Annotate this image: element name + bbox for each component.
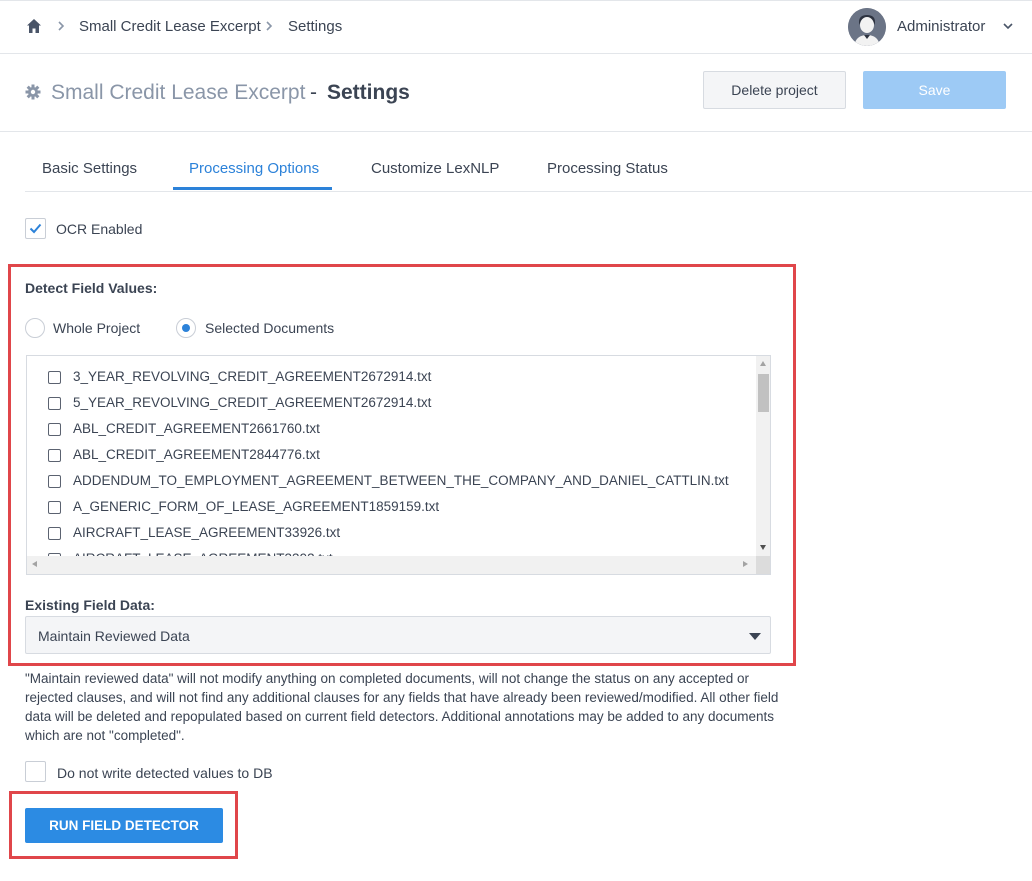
run-field-detector-button[interactable]: RUN FIELD DETECTOR	[25, 808, 223, 843]
document-name: 5_YEAR_REVOLVING_CREDIT_AGREEMENT2672914…	[73, 395, 432, 410]
user-name[interactable]: Administrator	[897, 18, 985, 36]
document-checkbox[interactable]	[48, 475, 61, 488]
document-row[interactable]: A_GENERIC_FORM_OF_LEASE_AGREEMENT1859159…	[27, 495, 757, 521]
document-checkbox[interactable]	[48, 449, 61, 462]
project-title: Small Credit Lease Excerpt	[51, 81, 306, 104]
active-tab-indicator	[173, 187, 332, 190]
page-title: Settings	[327, 81, 410, 104]
avatar[interactable]	[848, 8, 886, 46]
scroll-left-icon[interactable]	[32, 561, 37, 567]
breadcrumb-page: Settings	[288, 18, 343, 35]
do-not-write-checkbox[interactable]	[25, 761, 46, 782]
whole-project-label: Whole Project	[53, 320, 141, 336]
do-not-write-label: Do not write detected values to DB	[57, 765, 273, 781]
whole-project-radio[interactable]	[25, 318, 45, 338]
scroll-right-icon[interactable]	[743, 561, 748, 567]
document-name: AIRCRAFT_LEASE_AGREEMENT33926.txt	[73, 525, 341, 540]
top-bar: Small Credit Lease Excerpt Settings Admi…	[0, 0, 1032, 54]
document-name: A_GENERIC_FORM_OF_LEASE_AGREEMENT1859159…	[73, 499, 440, 514]
radio-selected-dot	[182, 324, 190, 332]
document-row[interactable]: 3_YEAR_REVOLVING_CREDIT_AGREEMENT2672914…	[27, 365, 757, 391]
horizontal-scrollbar[interactable]	[27, 556, 756, 574]
settings-tabs: Basic Settings Processing Options Custom…	[25, 132, 1032, 192]
existing-field-data-select[interactable]: Maintain Reviewed Data	[25, 616, 771, 654]
home-icon[interactable]	[26, 18, 42, 34]
ocr-enabled-checkbox[interactable]	[25, 218, 46, 239]
document-name: ADDENDUM_TO_EMPLOYMENT_AGREEMENT_BETWEEN…	[73, 473, 729, 488]
document-row[interactable]: ABL_CREDIT_AGREEMENT2844776.txt	[27, 443, 757, 469]
document-row[interactable]: AIRCRAFT_LEASE_AGREEMENT33926.txt	[27, 521, 757, 547]
tab-customize-lexnlp[interactable]: Customize LexNLP	[371, 160, 499, 178]
document-row[interactable]: 5_YEAR_REVOLVING_CREDIT_AGREEMENT2672914…	[27, 391, 757, 417]
tab-processing-options[interactable]: Processing Options	[189, 160, 319, 178]
scroll-down-icon[interactable]	[760, 545, 766, 550]
title-separator: -	[310, 81, 317, 104]
save-button[interactable]: Save	[863, 71, 1006, 109]
chevron-right-icon	[266, 21, 273, 31]
tab-processing-status[interactable]: Processing Status	[547, 160, 668, 178]
page-header: Small Credit Lease Excerpt - Settings De…	[0, 54, 1032, 132]
existing-field-data-help: "Maintain reviewed data" will not modify…	[25, 671, 779, 743]
gear-icon	[25, 84, 41, 100]
document-checkbox[interactable]	[48, 527, 61, 540]
document-row[interactable]: ABL_CREDIT_AGREEMENT2661760.txt	[27, 417, 757, 443]
breadcrumb-project[interactable]: Small Credit Lease Excerpt	[79, 18, 261, 36]
document-checkbox[interactable]	[48, 371, 61, 384]
checkmark-icon	[29, 223, 42, 234]
scrollbar-corner	[756, 556, 770, 574]
document-checkbox[interactable]	[48, 501, 61, 514]
document-name: ABL_CREDIT_AGREEMENT2661760.txt	[73, 421, 320, 436]
selected-documents-radio[interactable]	[176, 318, 196, 338]
ocr-enabled-label: OCR Enabled	[56, 221, 143, 237]
chevron-down-icon[interactable]	[1002, 21, 1014, 31]
scrollbar-thumb[interactable]	[758, 374, 769, 412]
existing-field-data-label: Existing Field Data:	[25, 597, 155, 613]
document-name: ABL_CREDIT_AGREEMENT2844776.txt	[73, 447, 320, 462]
scroll-up-icon[interactable]	[760, 361, 766, 366]
document-list[interactable]: 3_YEAR_REVOLVING_CREDIT_AGREEMENT2672914…	[26, 355, 771, 575]
detect-field-values-label: Detect Field Values:	[25, 280, 158, 296]
document-name: 3_YEAR_REVOLVING_CREDIT_AGREEMENT2672914…	[73, 369, 432, 384]
document-row[interactable]: ADDENDUM_TO_EMPLOYMENT_AGREEMENT_BETWEEN…	[27, 469, 757, 495]
document-checkbox[interactable]	[48, 423, 61, 436]
vertical-scrollbar[interactable]	[756, 356, 770, 556]
tab-basic-settings[interactable]: Basic Settings	[42, 160, 137, 178]
selected-documents-label: Selected Documents	[205, 320, 335, 336]
document-checkbox[interactable]	[48, 397, 61, 410]
user-avatar-icon	[848, 8, 886, 46]
delete-project-button[interactable]: Delete project	[703, 71, 846, 109]
caret-down-icon	[749, 633, 761, 640]
chevron-right-icon	[58, 21, 65, 31]
select-value: Maintain Reviewed Data	[38, 628, 190, 644]
